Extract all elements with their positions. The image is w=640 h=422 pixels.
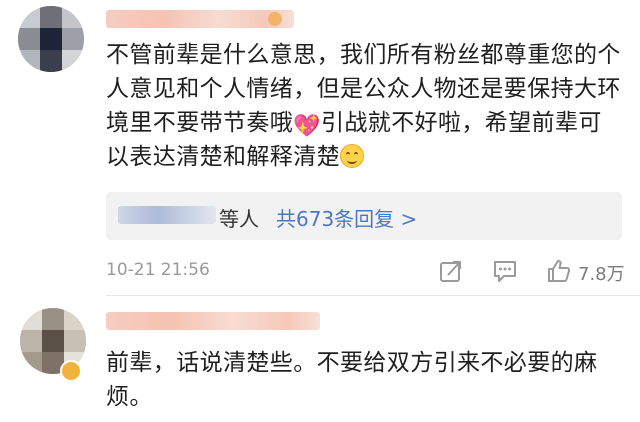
timestamp: 10-21 21:56 xyxy=(106,260,210,280)
share-icon[interactable] xyxy=(438,258,464,284)
divider xyxy=(106,295,640,296)
reply-username-blurred[interactable] xyxy=(118,206,216,224)
username-blurred[interactable] xyxy=(106,312,320,330)
replies-suffix: 等人 xyxy=(219,207,259,231)
sparkling-heart-icon: 💖 xyxy=(293,114,321,139)
comment-line: 烦。 xyxy=(106,384,153,410)
comment-line: 不管前辈是什么意思，我们所有粉丝都尊重您的个 xyxy=(106,42,621,68)
user-badge-icon xyxy=(268,12,282,26)
replies-summary[interactable]: 等人 共673条回复 > xyxy=(106,192,622,240)
avatar[interactable] xyxy=(18,6,84,72)
comment-icon[interactable] xyxy=(492,258,518,284)
like-count: 7.8万 xyxy=(578,264,625,285)
comment-text: 不管前辈是什么意思，我们所有粉丝都尊重您的个 人意见和个人情绪，但是公众人物还是… xyxy=(106,38,626,174)
comment-line: 人意见和个人情绪，但是公众人物还是要保持大环 xyxy=(106,76,621,102)
comment-item: 不管前辈是什么意思，我们所有粉丝都尊重您的个 人意见和个人情绪，但是公众人物还是… xyxy=(0,0,640,295)
username-blurred[interactable] xyxy=(106,10,294,28)
comment-line: 引战就不好啦，希望前辈可 xyxy=(321,110,602,136)
comment-text: 前辈，话说清楚些。不要给双方引来不必要的麻 烦。 xyxy=(106,346,626,414)
blush-smile-icon xyxy=(340,144,364,168)
replies-count-link[interactable]: 共673条回复 > xyxy=(276,203,417,232)
comment-line: 以表达清楚和解释清楚 xyxy=(106,144,340,170)
comment-item: 前辈，话说清楚些。不要给双方引来不必要的麻 烦。 xyxy=(0,298,640,422)
comment-line: 前辈，话说清楚些。不要给双方引来不必要的麻 xyxy=(106,350,598,376)
comment-line: 境里不要带节奏哦 xyxy=(106,110,294,136)
verified-badge-icon xyxy=(60,360,82,382)
thumbs-up-icon[interactable] xyxy=(546,258,572,284)
comment-meta: 10-21 21:56 7.8万 xyxy=(106,258,626,285)
